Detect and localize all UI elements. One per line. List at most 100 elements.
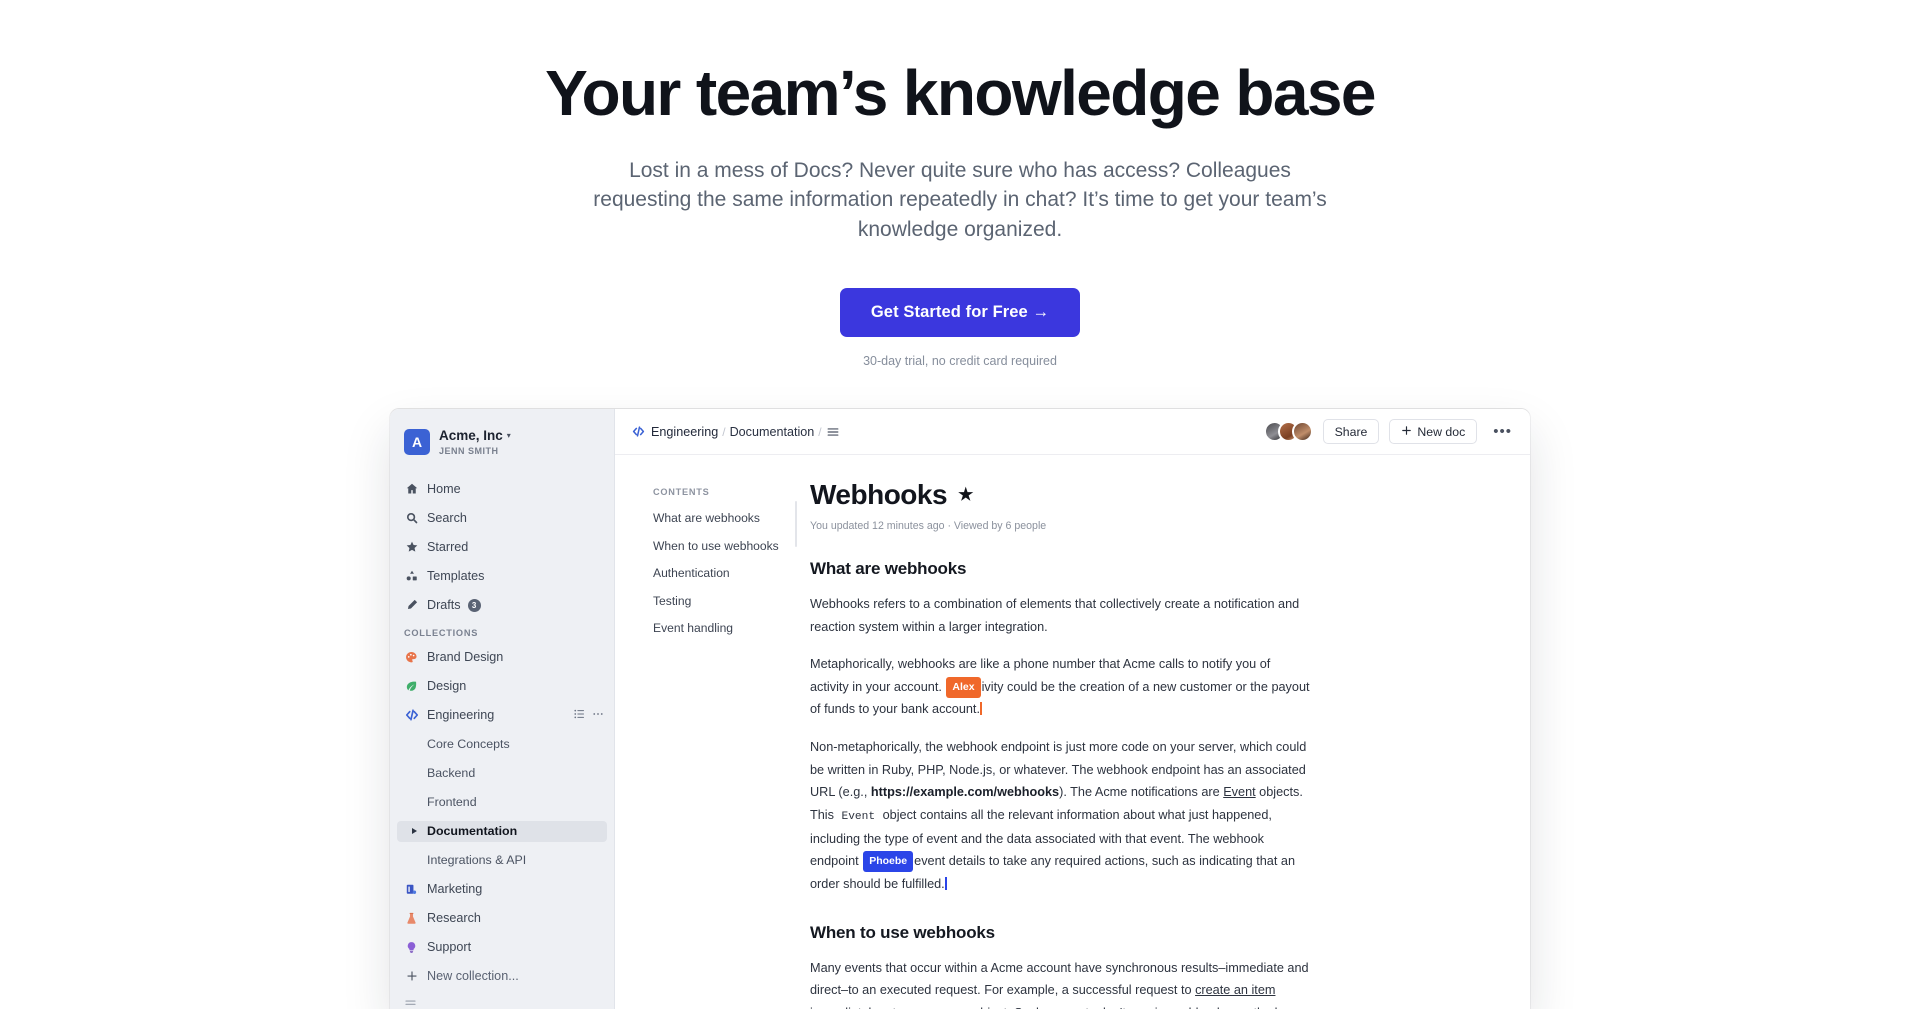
plus-icon — [1401, 425, 1412, 439]
sidebar-item-label: Marketing — [427, 882, 483, 897]
sidebar-item-label: Core Concepts — [427, 737, 510, 752]
doc-meta: You updated 12 minutes ago · Viewed by 6… — [810, 520, 1047, 532]
section-heading-when-to-use-webhooks: When to use webhooks — [810, 922, 995, 942]
sidebar-item-drafts[interactable]: Drafts 3 — [390, 595, 614, 616]
collections-header: COLLECTIONS — [404, 627, 479, 638]
toc-item-event-handling[interactable]: Event handling — [653, 621, 805, 635]
pencil-icon — [404, 599, 419, 611]
cursor-caret-phoebe — [944, 877, 947, 891]
more-options-icon[interactable]: ••• — [1487, 423, 1514, 440]
flask-icon — [404, 912, 419, 925]
inline-code-event: Event — [841, 810, 876, 823]
breadcrumb-label: Engineering — [651, 424, 719, 439]
sidebar-item-support[interactable]: Support — [390, 937, 614, 958]
palette-icon — [404, 651, 419, 664]
user-name: JENN SMITH — [439, 446, 499, 457]
contents-rail: CONTENTS What are webhooks When to use w… — [615, 455, 805, 1009]
sidebar-item-documentation[interactable]: Documentation — [397, 820, 607, 842]
sidebar-item-label: Home — [427, 482, 461, 497]
sidebar-item-design[interactable]: Design — [390, 676, 614, 697]
cta-container: Get Started for Free → 30-day trial, no … — [0, 288, 1920, 368]
new-collection-button[interactable]: New collection... — [390, 966, 614, 987]
chevron-down-icon[interactable]: ▾ — [507, 431, 511, 440]
contents-header: CONTENTS — [653, 487, 710, 497]
sidebar-item-brand-design[interactable]: Brand Design — [390, 647, 614, 668]
breadcrumb-separator: / — [818, 424, 822, 439]
sidebar-item-label: Frontend — [427, 795, 477, 810]
doc-title: Webhooks ★ — [810, 479, 1468, 511]
engineering-actions — [573, 708, 604, 723]
sidebar-item-label: Research — [427, 911, 481, 926]
toc-item-testing[interactable]: Testing — [653, 594, 805, 608]
paragraph-1: Webhooks refers to a combination of elem… — [810, 597, 1300, 634]
home-icon — [404, 483, 419, 495]
sidebar-item-label: Brand Design — [427, 650, 504, 665]
section-heading-what-are-webhooks: What are webhooks — [810, 559, 967, 578]
create-an-item-link[interactable]: create an item — [1195, 983, 1275, 997]
sidebar-item-label: Documentation — [427, 824, 518, 839]
sidebar-item-marketing[interactable]: Marketing — [390, 879, 614, 900]
sort-icon[interactable] — [573, 708, 585, 723]
app-window-preview: A Acme, Inc ▾ JENN SMITH Home Search Sta… — [390, 409, 1530, 1009]
sidebar-item-label: Design — [427, 679, 467, 694]
sidebar-item-backend[interactable]: Backend — [390, 763, 614, 784]
lightbulb-icon — [404, 941, 419, 954]
sidebar-item-label: Templates — [427, 569, 485, 584]
sidebar-item-label: Integrations & API — [427, 853, 527, 868]
sidebar-footer-icon[interactable] — [404, 997, 417, 1009]
team-avatar: A — [404, 428, 430, 455]
share-button[interactable]: Share — [1322, 419, 1380, 444]
cursor-caret-alex — [979, 702, 982, 716]
sidebar-item-label: Backend — [427, 766, 476, 781]
avatar[interactable] — [1291, 421, 1313, 442]
new-collection-label: New collection... — [427, 969, 519, 984]
doc-body-row: CONTENTS What are webhooks When to use w… — [615, 455, 1530, 1009]
star-icon[interactable]: ★ — [958, 485, 973, 505]
doc-title-text: Webhooks — [810, 479, 948, 510]
sidebar-item-search[interactable]: Search — [390, 508, 614, 529]
app-topbar: Engineering / Documentation / Share New … — [615, 409, 1530, 455]
breadcrumb-documentation[interactable]: Documentation — [730, 425, 815, 439]
sidebar-item-label: Drafts — [427, 598, 461, 613]
share-label: Share — [1334, 424, 1368, 439]
document-content: Webhooks ★ You updated 12 minutes ago · … — [805, 455, 1530, 1009]
app-sidebar: A Acme, Inc ▾ JENN SMITH Home Search Sta… — [390, 409, 615, 1009]
team-switcher[interactable]: A Acme, Inc ▾ JENN SMITH — [390, 425, 614, 457]
scroll-indicator[interactable] — [795, 501, 797, 547]
hamburger-icon[interactable] — [826, 425, 840, 439]
hero-subtitle: Lost in a mess of Docs? Never quite sure… — [593, 158, 1327, 242]
sidebar-item-integrations-api[interactable]: Integrations & API — [390, 850, 614, 871]
paragraph-4: Many events that occur within a Acme acc… — [810, 957, 1310, 1009]
sidebar-item-engineering[interactable]: Engineering — [390, 705, 614, 726]
team-name: Acme, Inc — [439, 428, 503, 443]
paragraph-2: Metaphorically, webhooks are like a phon… — [810, 653, 1310, 721]
chart-icon — [404, 883, 419, 896]
paragraph-3-part-b: ). The Acme notifications are — [1059, 785, 1224, 800]
toc-item-when-to-use-webhooks[interactable]: When to use webhooks — [653, 539, 805, 553]
get-started-button[interactable]: Get Started for Free → — [839, 288, 1081, 338]
breadcrumb-engineering[interactable]: Engineering — [632, 425, 718, 439]
toc-item-authentication[interactable]: Authentication — [653, 566, 805, 580]
trial-note: 30-day trial, no credit card required — [863, 354, 1057, 369]
search-icon — [404, 512, 419, 524]
new-doc-label: New doc — [1417, 424, 1466, 439]
sidebar-item-label: Support — [427, 940, 472, 955]
hero-section: Your team’s knowledge base Lost in a mes… — [0, 0, 1920, 368]
templates-icon — [404, 570, 419, 582]
collaborator-cursor-alex: Alex — [946, 676, 981, 698]
sidebar-item-starred[interactable]: Starred — [390, 537, 614, 558]
sidebar-item-home[interactable]: Home — [390, 479, 614, 500]
more-options-icon[interactable] — [592, 708, 604, 723]
collaborator-cursor-phoebe: Phoebe — [863, 851, 914, 873]
collaborator-avatars[interactable] — [1263, 421, 1313, 442]
sidebar-item-research[interactable]: Research — [390, 908, 614, 929]
new-doc-button[interactable]: New doc — [1389, 419, 1478, 444]
code-icon — [632, 425, 645, 438]
topbar-actions: Share New doc ••• — [1263, 419, 1514, 444]
sidebar-item-frontend[interactable]: Frontend — [390, 792, 614, 813]
webhook-url: https://example.com/webhooks — [870, 785, 1060, 800]
sidebar-item-core-concepts[interactable]: Core Concepts — [390, 734, 614, 755]
event-link[interactable]: Event — [1223, 785, 1255, 799]
sidebar-item-templates[interactable]: Templates — [390, 566, 614, 587]
toc-item-what-are-webhooks[interactable]: What are webhooks — [653, 511, 805, 525]
